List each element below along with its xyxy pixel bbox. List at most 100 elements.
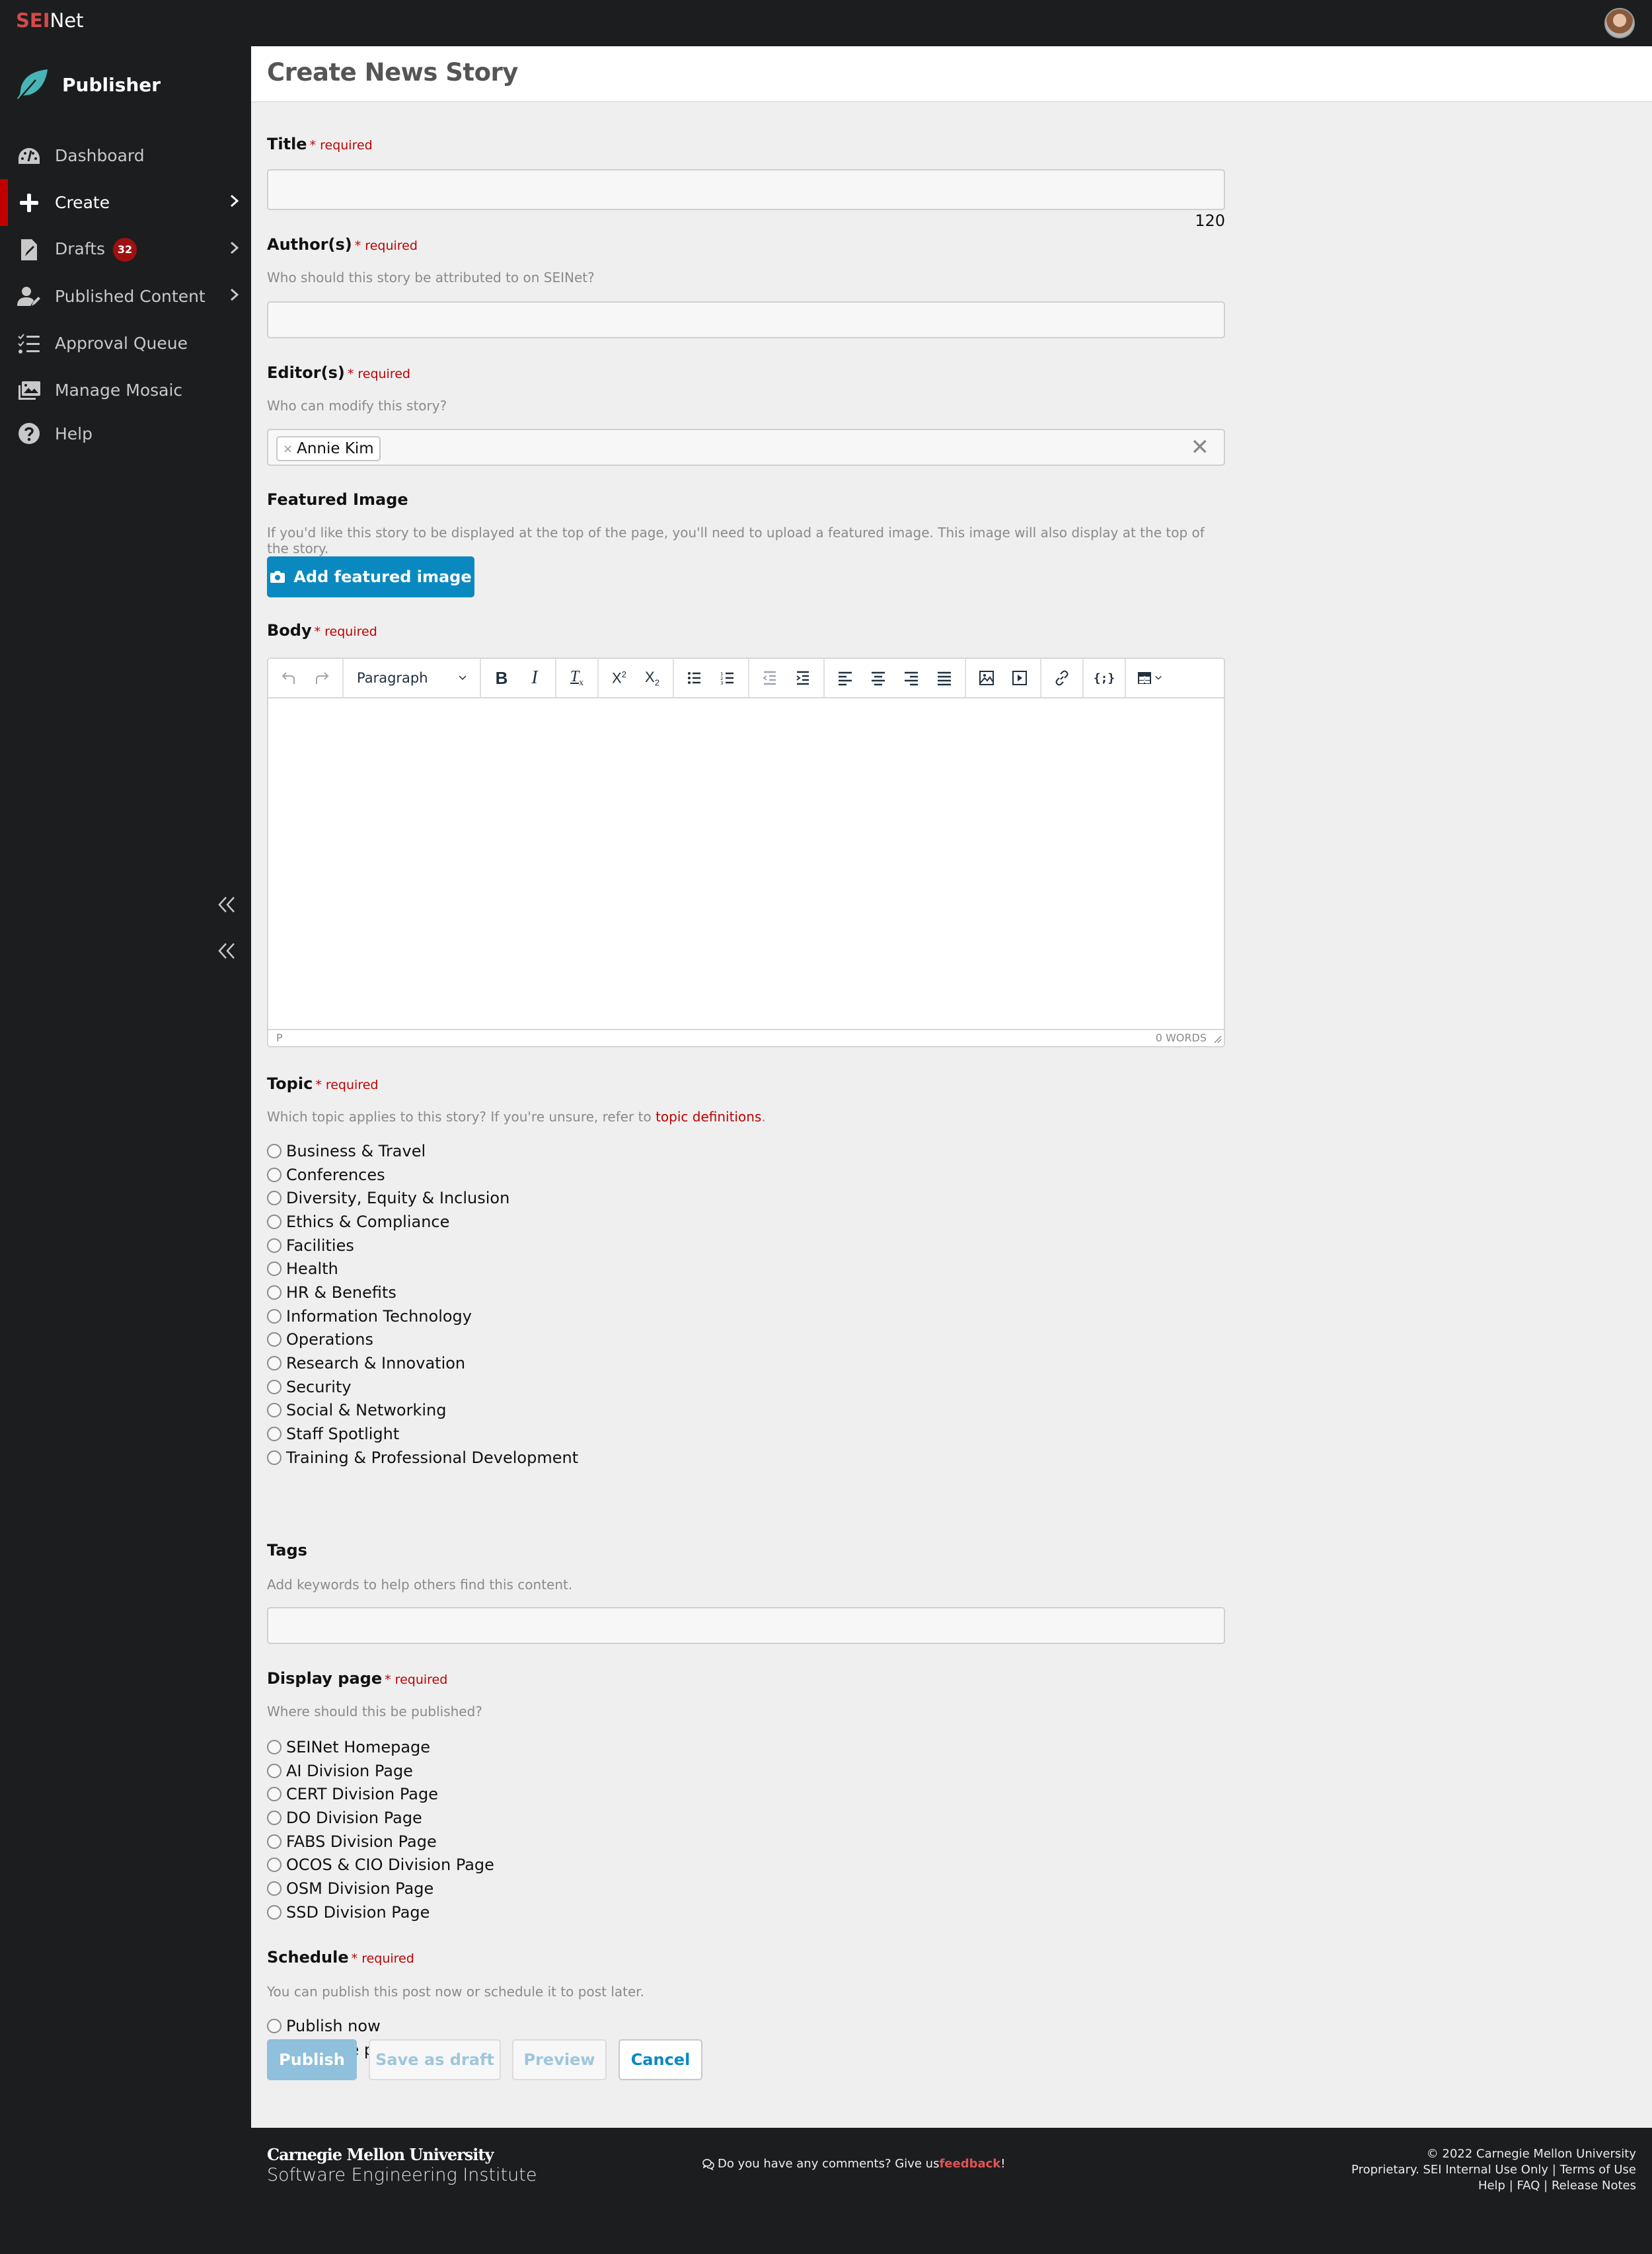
display-page-option[interactable]: FABS Division Page xyxy=(267,1830,494,1854)
editors-select[interactable]: × Annie Kim ✕ xyxy=(267,429,1225,466)
cancel-button[interactable]: Cancel xyxy=(619,2039,702,2080)
numbered-list-button[interactable]: 123 xyxy=(711,663,744,693)
tags-input[interactable] xyxy=(267,1607,1225,1644)
display-page-option[interactable]: CERT Division Page xyxy=(267,1782,494,1806)
add-featured-image-button[interactable]: Add featured image xyxy=(267,556,474,597)
radio-button[interactable] xyxy=(267,1403,282,1418)
subscript-button[interactable]: X2 xyxy=(636,663,669,693)
radio-button[interactable] xyxy=(267,1285,282,1300)
insert-image-button[interactable] xyxy=(970,663,1003,693)
radio-button[interactable] xyxy=(267,1858,282,1873)
clear-formatting-button[interactable]: Tx xyxy=(560,663,593,693)
radio-button[interactable] xyxy=(267,1143,282,1158)
remove-editor-icon[interactable]: × xyxy=(283,442,293,456)
brand-logo[interactable]: SEINet xyxy=(16,9,83,32)
indent-button[interactable] xyxy=(786,663,819,693)
topic-option[interactable]: Facilities xyxy=(267,1234,578,1258)
topic-option[interactable]: Training & Professional Development xyxy=(267,1446,578,1470)
block-format-select[interactable]: Paragraph xyxy=(348,663,476,693)
terms-of-use-link[interactable]: Terms of Use xyxy=(1560,2163,1636,2177)
cmu-wordmark[interactable]: Carnegie Mellon University xyxy=(267,2145,494,2164)
schedule-option-publish-now[interactable]: Publish now xyxy=(267,2014,398,2038)
radio-button[interactable] xyxy=(267,1881,282,1896)
topic-option[interactable]: Diversity, Equity & Inclusion xyxy=(267,1186,578,1210)
radio-button[interactable] xyxy=(267,1356,282,1371)
display-page-option[interactable]: OSM Division Page xyxy=(267,1877,494,1900)
radio-button[interactable] xyxy=(267,1308,282,1324)
topic-option[interactable]: Ethics & Compliance xyxy=(267,1210,578,1234)
code-sample-button[interactable]: {;} xyxy=(1088,663,1121,693)
clear-selection-icon[interactable]: ✕ xyxy=(1191,435,1210,459)
radio-button[interactable] xyxy=(267,1810,282,1825)
topic-definitions-link[interactable]: topic definitions xyxy=(656,1109,761,1125)
radio-button[interactable] xyxy=(267,1191,282,1206)
sidebar-item-help[interactable]: Help xyxy=(0,414,251,453)
resize-handle-icon[interactable] xyxy=(1213,1033,1222,1043)
display-page-option[interactable]: DO Division Page xyxy=(267,1806,494,1830)
display-page-option[interactable]: SSD Division Page xyxy=(267,1900,494,1924)
body-editing-area[interactable] xyxy=(268,698,1224,1030)
sidebar-item-drafts[interactable]: Drafts 32 xyxy=(0,226,251,273)
help-link[interactable]: Help xyxy=(1478,2179,1505,2193)
faq-link[interactable]: FAQ xyxy=(1517,2179,1540,2193)
insert-media-button[interactable] xyxy=(1003,663,1036,693)
title-input[interactable] xyxy=(267,169,1225,210)
radio-button[interactable] xyxy=(267,1261,282,1277)
radio-button[interactable] xyxy=(267,1904,282,1920)
bullet-list-button[interactable] xyxy=(678,663,711,693)
user-avatar[interactable] xyxy=(1604,8,1635,38)
align-center-button[interactable] xyxy=(862,663,895,693)
align-right-button[interactable] xyxy=(895,663,928,693)
sidebar-item-create[interactable]: Create xyxy=(0,179,251,226)
topic-option[interactable]: Research & Innovation xyxy=(267,1351,578,1375)
radio-button[interactable] xyxy=(267,1427,282,1442)
insert-link-button[interactable] xyxy=(1045,663,1078,693)
preview-button[interactable]: Preview xyxy=(512,2039,607,2080)
redo-button[interactable] xyxy=(305,663,338,693)
radio-button[interactable] xyxy=(267,1167,282,1182)
topic-option[interactable]: Business & Travel xyxy=(267,1139,578,1163)
authors-input[interactable] xyxy=(267,301,1225,338)
radio-button[interactable] xyxy=(267,1379,282,1394)
table-button[interactable] xyxy=(1130,663,1170,693)
radio-button[interactable] xyxy=(267,1450,282,1465)
topic-option[interactable]: Health xyxy=(267,1257,578,1281)
undo-button[interactable] xyxy=(272,663,305,693)
topic-option[interactable]: Staff Spotlight xyxy=(267,1422,578,1446)
topic-option[interactable]: Information Technology xyxy=(267,1304,578,1328)
radio-button[interactable] xyxy=(267,1332,282,1347)
superscript-button[interactable]: X2 xyxy=(603,663,636,693)
justify-button[interactable] xyxy=(928,663,961,693)
radio-button[interactable] xyxy=(267,1214,282,1229)
display-page-option[interactable]: SEINet Homepage xyxy=(267,1735,494,1759)
sidebar-item-dashboard[interactable]: Dashboard xyxy=(0,132,251,179)
collapse-sidebar-button[interactable] xyxy=(217,895,239,917)
topic-option[interactable]: Conferences xyxy=(267,1163,578,1187)
radio-button[interactable] xyxy=(267,1739,282,1754)
collapse-menu-button[interactable] xyxy=(217,941,239,963)
display-page-option[interactable]: OCOS & CIO Division Page xyxy=(267,1853,494,1877)
publish-button[interactable]: Publish xyxy=(267,2039,357,2080)
radio-button[interactable] xyxy=(267,1787,282,1802)
radio-button[interactable] xyxy=(267,2018,282,2033)
save-draft-button[interactable]: Save as draft xyxy=(369,2039,501,2080)
radio-button[interactable] xyxy=(267,1834,282,1849)
outdent-button[interactable] xyxy=(753,663,786,693)
sidebar-item-manage-mosaic[interactable]: Manage Mosaic xyxy=(0,367,251,414)
radio-button[interactable] xyxy=(267,1238,282,1253)
bold-button[interactable]: B xyxy=(485,663,518,693)
display-page-option[interactable]: AI Division Page xyxy=(267,1759,494,1783)
sidebar-item-approval-queue[interactable]: Approval Queue xyxy=(0,320,251,367)
topic-option[interactable]: Security xyxy=(267,1375,578,1399)
release-notes-link[interactable]: Release Notes xyxy=(1552,2179,1636,2193)
feedback-link[interactable]: feedback xyxy=(939,2157,1000,2171)
topic-option[interactable]: Social & Networking xyxy=(267,1399,578,1423)
align-left-button[interactable] xyxy=(829,663,862,693)
topic-option[interactable]: Operations xyxy=(267,1328,578,1352)
topic-option[interactable]: HR & Benefits xyxy=(267,1281,578,1304)
italic-button[interactable]: I xyxy=(518,663,551,693)
sidebar-item-published-content[interactable]: Published Content xyxy=(0,273,251,320)
publisher-header[interactable]: Publisher xyxy=(16,65,161,104)
radio-button[interactable] xyxy=(267,1763,282,1778)
element-path[interactable]: P xyxy=(276,1032,283,1044)
